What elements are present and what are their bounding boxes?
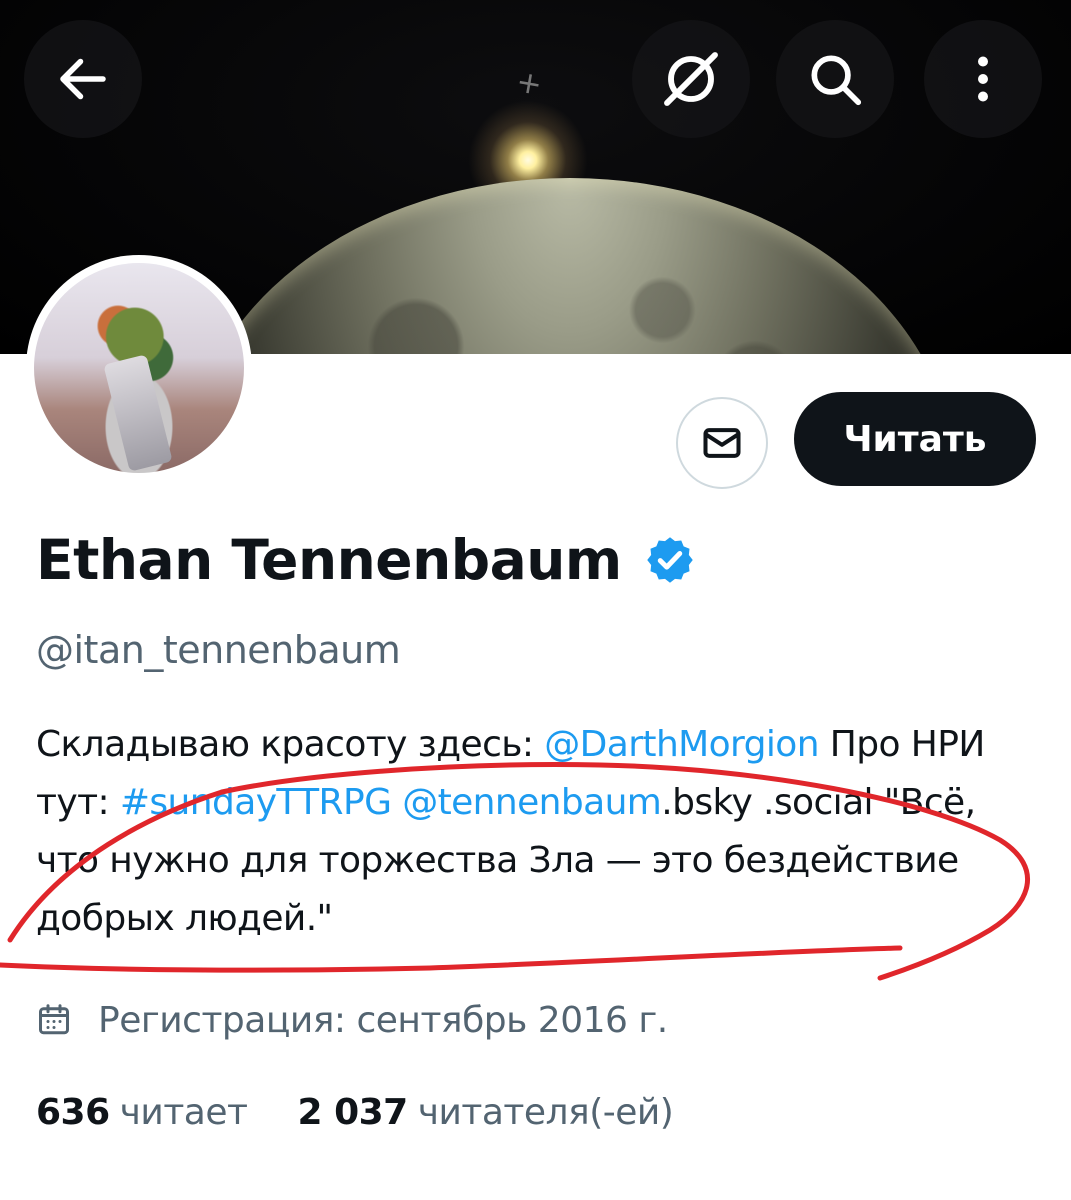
avatar-image <box>34 263 244 473</box>
avatar[interactable] <box>26 255 252 481</box>
bio-mention-link[interactable]: @tennenbaum <box>402 782 662 823</box>
bio-text: Складываю красоту здесь: <box>36 724 545 765</box>
joined-date: Регистрация: сентябрь 2016 г. <box>36 994 668 1046</box>
display-name: Ethan Tennenbaum <box>36 528 622 592</box>
follow-button[interactable]: Читать <box>794 392 1036 486</box>
followers-count: 2 037 <box>297 1091 408 1133</box>
profile-handle: @itan_tennenbaum <box>36 628 401 672</box>
banner-planet <box>185 178 955 354</box>
verified-badge-icon[interactable] <box>644 534 696 586</box>
following-link[interactable]: 636 читает <box>36 1091 248 1133</box>
profile-stats: 636 читает 2 037 читателя(-ей) <box>36 1086 674 1138</box>
envelope-icon <box>703 428 741 458</box>
profile-bio: Складываю красоту здесь: @DarthMorgion П… <box>36 716 1046 948</box>
grok-slash-icon <box>664 52 718 106</box>
following-label: читает <box>119 1091 248 1133</box>
followers-link[interactable]: 2 037 читателя(-ей) <box>297 1092 673 1133</box>
profile-page: ✕ Читать Ethan Tennenbaum @itan_tennenba… <box>0 0 1071 1200</box>
grok-button[interactable] <box>632 20 750 138</box>
message-button[interactable] <box>676 397 768 489</box>
name-row: Ethan Tennenbaum <box>36 525 696 595</box>
bio-text <box>391 782 402 823</box>
search-icon <box>811 55 862 106</box>
calendar-icon <box>39 1004 69 1035</box>
bio-hashtag-link[interactable]: #sundayTTRPG <box>120 782 392 823</box>
joined-text: Регистрация: сентябрь 2016 г. <box>98 999 668 1041</box>
back-button[interactable] <box>24 20 142 138</box>
arrow-left-icon <box>60 58 106 100</box>
search-button[interactable] <box>776 20 894 138</box>
following-count: 636 <box>36 1091 110 1133</box>
followers-label: читателя(-ей) <box>417 1091 674 1133</box>
more-vertical-icon <box>978 56 988 102</box>
banner-satellite: ✕ <box>512 66 548 104</box>
bio-mention-link[interactable]: @DarthMorgion <box>544 724 819 765</box>
more-button[interactable] <box>924 20 1042 138</box>
